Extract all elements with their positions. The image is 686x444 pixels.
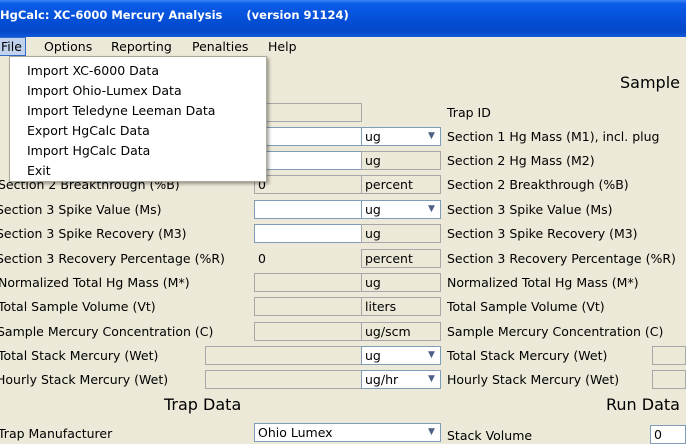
right-label-sample-mercury-conc: Sample Mercury Concentration (C) bbox=[447, 324, 664, 339]
total-stack-mercury-unit-select[interactable]: ug ▼ bbox=[361, 346, 441, 365]
label-trap-manufacturer: Trap Manufacturer bbox=[0, 426, 113, 441]
section1-mass-input[interactable] bbox=[254, 127, 362, 146]
sample-mercury-conc-unit: ug/scm bbox=[361, 322, 441, 341]
menu-options[interactable]: Options bbox=[44, 39, 92, 54]
menu-import-teledyne-leeman[interactable]: Import Teledyne Leeman Data bbox=[27, 103, 215, 118]
normalized-total-unit: ug bbox=[361, 273, 441, 292]
label-hourly-stack-mercury: Hourly Stack Mercury (Wet) bbox=[0, 372, 169, 387]
label-total-stack-mercury: Total Stack Mercury (Wet) bbox=[0, 348, 159, 363]
total-sample-volume-field[interactable] bbox=[254, 297, 362, 316]
menu-import-xc6000[interactable]: Import XC-6000 Data bbox=[27, 63, 159, 78]
section2-breakthrough-field[interactable]: 0 bbox=[254, 175, 362, 194]
menu-import-ohio-lumex[interactable]: Import Ohio-Lumex Data bbox=[27, 83, 182, 98]
total-sample-volume-unit: liters bbox=[361, 297, 441, 316]
label-stack-volume: Stack Volume bbox=[447, 428, 533, 443]
right-label-trap-id: Trap ID bbox=[447, 105, 491, 120]
menu-file[interactable]: File bbox=[0, 37, 26, 56]
total-stack-mercury-field[interactable] bbox=[205, 346, 362, 365]
section2-mass-input[interactable] bbox=[254, 151, 362, 170]
trap-data-heading: Trap Data bbox=[164, 395, 242, 414]
label-normalized-total: Normalized Total Hg Mass (M*) bbox=[0, 275, 190, 290]
menu-help[interactable]: Help bbox=[268, 39, 297, 54]
hourly-stack-mercury-field[interactable] bbox=[205, 370, 362, 389]
chevron-down-icon: ▼ bbox=[428, 204, 435, 214]
right-hourly-stack-mercury-field[interactable] bbox=[652, 370, 686, 389]
section3-spike-recovery-input[interactable] bbox=[254, 224, 362, 243]
menu-exit[interactable]: Exit bbox=[27, 163, 51, 178]
menu-bar: File Options Reporting Penalties Help bbox=[0, 37, 686, 56]
label-sample-mercury-conc: Sample Mercury Concentration (C) bbox=[0, 324, 214, 339]
chevron-down-icon: ▼ bbox=[428, 350, 435, 360]
sample-heading: Sample bbox=[620, 73, 680, 92]
right-total-stack-mercury-field[interactable] bbox=[652, 346, 686, 365]
right-label-section1-mass: Section 1 Hg Mass (M1), incl. plug bbox=[447, 129, 660, 144]
section3-spike-value-input[interactable] bbox=[254, 200, 362, 219]
section3-spike-recovery-unit: ug bbox=[361, 224, 441, 243]
right-label-section3-recovery-pct: Section 3 Recovery Percentage (%R) bbox=[447, 251, 676, 266]
section2-breakthrough-unit: percent bbox=[361, 175, 441, 194]
right-label-normalized-total: Normalized Total Hg Mass (M*) bbox=[447, 275, 639, 290]
label-total-sample-volume: Total Sample Volume (Vt) bbox=[0, 299, 156, 314]
right-label-section3-spike-value: Section 3 Spike Value (Ms) bbox=[447, 202, 613, 217]
menu-export-hgcalc[interactable]: Export HgCalc Data bbox=[27, 123, 150, 138]
label-section3-recovery-pct: Section 3 Recovery Percentage (%R) bbox=[0, 251, 225, 266]
label-section3-spike-recovery: Section 3 Spike Recovery (M3) bbox=[0, 226, 187, 241]
file-menu-dropdown: Import XC-6000 Data Import Ohio-Lumex Da… bbox=[9, 56, 267, 182]
run-data-heading: Run Data bbox=[606, 395, 680, 414]
right-label-hourly-stack-mercury: Hourly Stack Mercury (Wet) bbox=[447, 372, 620, 387]
right-label-section2-breakthrough: Section 2 Breakthrough (%B) bbox=[447, 177, 629, 192]
section1-unit-select[interactable]: ug ▼ bbox=[361, 127, 441, 146]
chevron-down-icon: ▼ bbox=[428, 427, 435, 437]
menu-penalties[interactable]: Penalties bbox=[192, 39, 248, 54]
right-label-total-sample-volume: Total Sample Volume (Vt) bbox=[447, 299, 605, 314]
label-section3-spike-value: Section 3 Spike Value (Ms) bbox=[0, 202, 162, 217]
trap-id-field[interactable] bbox=[254, 103, 362, 122]
menu-import-hgcalc[interactable]: Import HgCalc Data bbox=[27, 143, 150, 158]
normalized-total-field[interactable] bbox=[254, 273, 362, 292]
section3-recovery-pct-field[interactable]: 0 bbox=[254, 249, 362, 268]
trap-manufacturer-select[interactable]: Ohio Lumex ▼ bbox=[254, 423, 441, 442]
hourly-stack-mercury-unit-select[interactable]: ug/hr ▼ bbox=[361, 370, 441, 389]
menu-reporting[interactable]: Reporting bbox=[111, 39, 172, 54]
window-title: HgCalc: XC-6000 Mercury Analysis (versio… bbox=[0, 8, 349, 22]
right-label-section3-spike-recovery: Section 3 Spike Recovery (M3) bbox=[447, 226, 638, 241]
title-bar: HgCalc: XC-6000 Mercury Analysis (versio… bbox=[0, 0, 686, 37]
right-label-section2-mass: Section 2 Hg Mass (M2) bbox=[447, 153, 595, 168]
right-label-total-stack-mercury: Total Stack Mercury (Wet) bbox=[447, 348, 608, 363]
section3-recovery-pct-unit: percent bbox=[361, 249, 441, 268]
sample-mercury-conc-field[interactable] bbox=[254, 322, 362, 341]
section2-unit: ug bbox=[361, 151, 441, 170]
stack-volume-input[interactable]: 0 bbox=[650, 425, 686, 444]
section3-spike-unit-select[interactable]: ug ▼ bbox=[361, 200, 441, 219]
chevron-down-icon: ▼ bbox=[428, 131, 435, 141]
chevron-down-icon: ▼ bbox=[428, 374, 435, 384]
